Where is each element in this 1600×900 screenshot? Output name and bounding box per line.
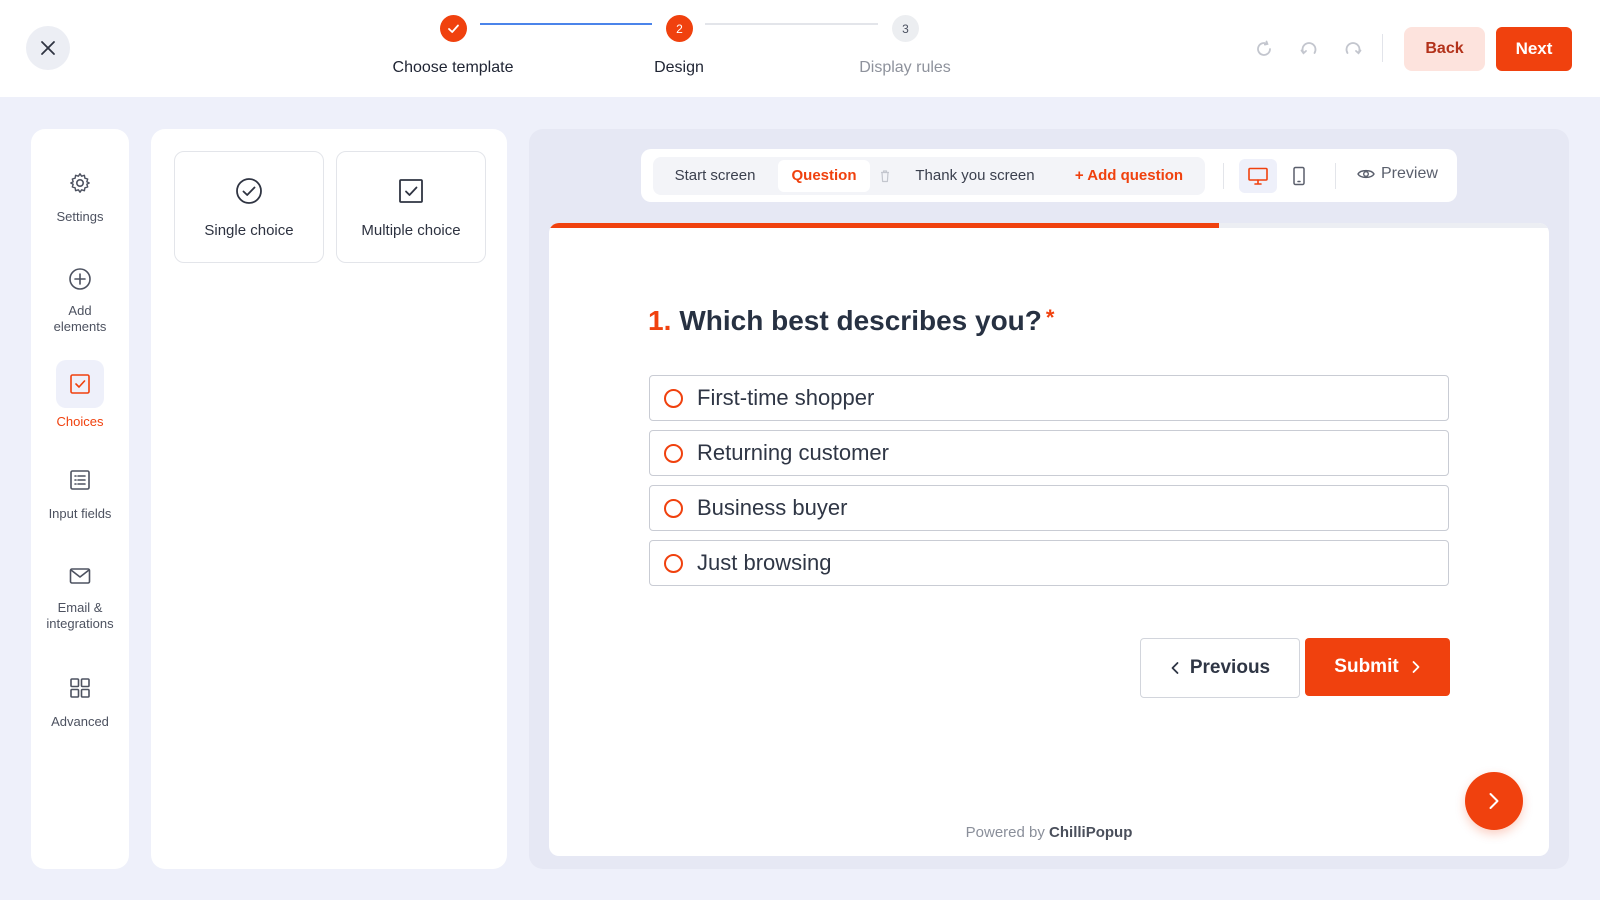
required-mark: *	[1045, 305, 1055, 330]
choice-option-label: First-time shopper	[697, 385, 875, 410]
powered-by: Powered by ChilliPopup	[549, 824, 1549, 841]
form-preview: 1. Which best describes you? * First-time …	[549, 223, 1549, 856]
chevron-right-icon	[1489, 793, 1499, 809]
progress-fill	[549, 223, 1219, 228]
checkbox-icon	[56, 360, 104, 408]
next-question-fab[interactable]	[1465, 772, 1523, 830]
step-1-label[interactable]: Choose template	[353, 59, 553, 77]
tab-question[interactable]: Question	[778, 160, 870, 192]
toolbar-divider	[1223, 163, 1224, 189]
previous-label: Previous	[1189, 657, 1271, 678]
screen-toolbar: Start screen Question Thank you screen +…	[641, 149, 1457, 202]
refresh-icon	[1257, 40, 1271, 56]
radio-icon	[664, 498, 683, 518]
choice-option[interactable]: First-time shopper	[649, 375, 1449, 421]
progress-bar	[549, 223, 1549, 228]
radio-icon	[664, 553, 683, 573]
step-1-done-indicator[interactable]	[440, 15, 467, 42]
next-button[interactable]: Next	[1496, 27, 1572, 71]
choice-option[interactable]: Returning customer	[649, 430, 1449, 476]
single-choice-card[interactable]: Single choice	[174, 151, 324, 263]
choice-option[interactable]: Just browsing	[649, 540, 1449, 586]
radio-icon	[664, 388, 683, 408]
sidebar: Settings Add elements Choices Input fiel…	[31, 129, 129, 869]
sidebar-item-advanced[interactable]: Advanced	[31, 664, 129, 730]
step-3-label[interactable]: Display rules	[805, 59, 1005, 77]
desktop-icon	[1248, 167, 1268, 185]
chevron-right-icon	[1412, 661, 1420, 673]
sidebar-item-label: Input fields	[48, 506, 112, 521]
radio-icon	[664, 443, 683, 463]
sidebar-item-label: Advanced	[51, 714, 109, 729]
powered-by-brand[interactable]: ChilliPopup	[1049, 824, 1132, 841]
gear-icon	[56, 159, 104, 207]
powered-by-prefix: Powered by	[965, 824, 1045, 841]
mobile-icon	[1293, 166, 1305, 186]
submit-button[interactable]: Submit	[1305, 638, 1450, 696]
design-canvas: Start screen Question Thank you screen +…	[529, 129, 1569, 869]
multiple-choice-card[interactable]: Multiple choice	[336, 151, 486, 263]
sidebar-item-add-elements[interactable]: Add elements	[31, 255, 129, 335]
tab-start-screen[interactable]: Start screen	[657, 160, 773, 192]
submit-label: Submit	[1334, 656, 1399, 677]
top-bar: Choose template 2 Design 3 Display rules…	[0, 0, 1600, 97]
plus-circle-icon	[56, 255, 104, 303]
choice-option-label: Business buyer	[697, 495, 848, 520]
tab-thank-you-screen[interactable]: Thank you screen	[899, 160, 1051, 192]
choice-option-label: Returning customer	[697, 440, 889, 465]
sidebar-item-input-fields[interactable]: Input fields	[31, 456, 129, 522]
sidebar-item-settings[interactable]: Settings	[31, 159, 129, 225]
eye-icon	[1357, 169, 1375, 179]
grid-icon	[56, 664, 104, 712]
toolbar-divider	[1335, 163, 1336, 189]
check-icon	[448, 24, 459, 33]
step-connector-2	[705, 23, 878, 25]
step-2-indicator[interactable]: 2	[666, 15, 693, 42]
question-number: 1.	[648, 305, 672, 336]
multiple-choice-label: Multiple choice	[361, 222, 461, 239]
question-title[interactable]: 1. Which best describes you? *	[648, 305, 1054, 337]
screen-tabs: Start screen Question Thank you screen +…	[653, 157, 1205, 195]
step-3-indicator[interactable]: 3	[892, 15, 919, 42]
undo-button[interactable]	[1298, 38, 1320, 60]
add-question-button[interactable]: + Add question	[1059, 160, 1199, 192]
choice-option-label: Just browsing	[697, 550, 832, 575]
list-icon	[56, 456, 104, 504]
refresh-button[interactable]	[1253, 38, 1275, 60]
chevron-left-icon	[1171, 662, 1179, 674]
redo-icon	[1345, 42, 1362, 55]
sidebar-item-email-integrations[interactable]: Email & integrations	[31, 552, 129, 632]
mobile-view-button[interactable]	[1280, 159, 1318, 193]
step-connector-1	[480, 23, 652, 25]
check-circle-icon	[175, 176, 323, 206]
preview-label: Preview	[1381, 165, 1438, 182]
sidebar-item-label: Settings	[56, 209, 104, 224]
choice-option[interactable]: Business buyer	[649, 485, 1449, 531]
elements-panel: Single choice Multiple choice	[151, 129, 507, 869]
envelope-icon	[56, 552, 104, 600]
header-divider	[1382, 34, 1383, 62]
redo-button[interactable]	[1342, 38, 1364, 60]
sidebar-item-label: Choices	[56, 414, 104, 429]
desktop-view-button[interactable]	[1239, 159, 1277, 193]
sidebar-item-choices[interactable]: Choices	[31, 360, 129, 430]
step-2-label[interactable]: Design	[579, 59, 779, 77]
back-button[interactable]: Back	[1404, 27, 1485, 71]
sidebar-item-label: Email & integrations	[46, 600, 114, 631]
trash-icon[interactable]	[878, 169, 892, 183]
sidebar-item-label: Add elements	[53, 303, 107, 334]
previous-button[interactable]: Previous	[1140, 638, 1300, 698]
undo-icon	[1300, 42, 1317, 55]
single-choice-label: Single choice	[204, 222, 294, 239]
preview-button[interactable]: Preview	[1357, 165, 1438, 183]
check-square-icon	[337, 176, 485, 206]
question-text: Which best describes you?	[679, 305, 1042, 336]
